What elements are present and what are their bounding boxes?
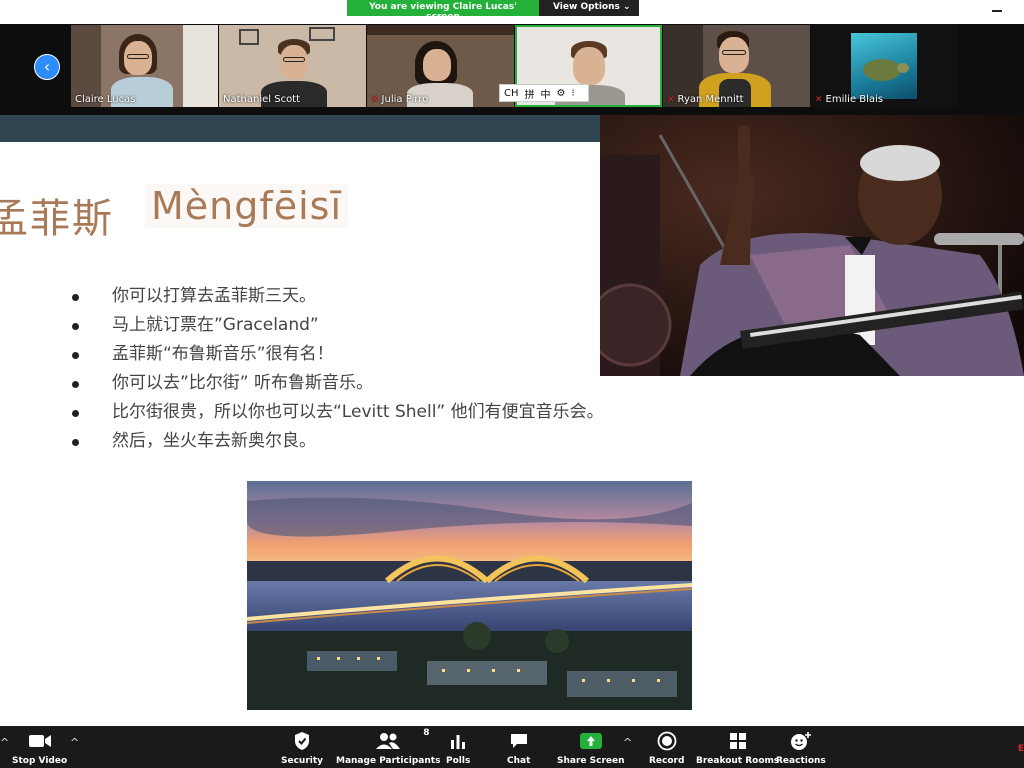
previous-page-button[interactable]: ‹: [34, 54, 60, 80]
polls-button[interactable]: Polls: [446, 730, 470, 766]
participant-tile[interactable]: ✕ Emilie Blais: [811, 25, 958, 107]
ime-language[interactable]: CH: [504, 88, 519, 99]
participants-icon: [376, 733, 401, 749]
participant-name: ✕ Emilie Blais: [815, 94, 884, 105]
ime-toolbar[interactable]: CH 拼 中 ⚙ ⁝: [499, 84, 589, 102]
shield-icon: [295, 732, 310, 750]
slide-bullet: 马上就订票在”Graceland”: [70, 313, 604, 342]
participant-name: Claire Lucas: [75, 94, 136, 105]
breakout-rooms-icon: [729, 733, 746, 749]
mic-muted-icon: ✕: [667, 94, 675, 105]
participant-strip: ‹ Claire Lucas Nathaniel Scott ✕ Julia P…: [0, 24, 1024, 115]
chat-button[interactable]: Chat: [507, 730, 530, 766]
share-screen-button[interactable]: Share Screen: [557, 730, 625, 766]
meeting-toolbar: ^ Stop Video ^ Security 8 Manage Partici…: [0, 726, 1024, 768]
turtle-avatar-image: [851, 33, 917, 99]
slide-bullet: 你可以打算去孟菲斯三天。: [70, 284, 604, 313]
manage-participants-button[interactable]: 8 Manage Participants: [336, 728, 440, 766]
view-options-button[interactable]: View Options ⌄: [539, 0, 639, 16]
participant-name: Nathaniel Scott: [223, 94, 301, 105]
ime-mode[interactable]: 中: [541, 86, 551, 101]
ime-more-icon[interactable]: ⁝: [571, 88, 574, 99]
slide-bullet: 你可以去”比尔街” 听布鲁斯音乐。: [70, 371, 604, 400]
participant-name: ✕ Ryan Mennitt: [667, 94, 744, 105]
slide-bullet: 然后，坐火车去新奥尔良。: [70, 429, 604, 458]
video-options-caret-icon[interactable]: ^: [70, 736, 79, 749]
slide-bullet: 比尔街很贵，所以你也可以去“Levitt Shell” 他们有便宜音乐会。: [70, 400, 604, 429]
slide-title-chinese: 孟菲斯: [0, 196, 114, 242]
participant-tile[interactable]: ✕ Ryan Mennitt: [663, 25, 810, 107]
record-icon: [657, 731, 677, 751]
breakout-rooms-button[interactable]: Breakout Rooms: [696, 730, 779, 766]
video-camera-icon: [28, 735, 51, 747]
participant-tile[interactable]: ✕ Julia Pirro: [367, 25, 514, 107]
chat-bubble-icon: [510, 734, 527, 748]
viewing-status-text: You are viewing Claire Lucas' screen: [347, 0, 539, 22]
slide-title-pinyin: Mèngfēisī: [145, 184, 349, 228]
mic-muted-icon: ✕: [815, 94, 823, 105]
ime-grid-icon[interactable]: 拼: [525, 86, 535, 101]
participant-name: ✕ Julia Pirro: [371, 94, 429, 105]
blues-guitarist-photo: [600, 115, 1024, 376]
participant-tile[interactable]: Claire Lucas: [71, 25, 218, 107]
top-bar: You are viewing Claire Lucas' screen Vie…: [0, 0, 1024, 24]
security-button[interactable]: Security: [281, 730, 323, 766]
end-meeting-button[interactable]: E: [1018, 744, 1024, 754]
stop-video-button[interactable]: Stop Video: [12, 730, 67, 766]
zoom-meeting-window: You are viewing Claire Lucas' screen Vie…: [0, 0, 1024, 768]
slide-bullet-list: 你可以打算去孟菲斯三天。 马上就订票在”Graceland” 孟菲斯“布鲁斯音乐…: [70, 284, 604, 458]
memphis-bridge-photo: [247, 481, 692, 710]
mic-muted-icon: ✕: [371, 94, 379, 105]
viewing-banner: You are viewing Claire Lucas' screen Vie…: [347, 0, 639, 22]
participant-tile[interactable]: Nathaniel Scott: [219, 25, 366, 107]
minimize-icon[interactable]: [992, 10, 1002, 12]
ime-settings-icon[interactable]: ⚙: [557, 88, 566, 99]
share-options-caret-icon[interactable]: ^: [623, 736, 632, 749]
reactions-button[interactable]: Reactions: [776, 730, 826, 766]
smiley-add-icon: [790, 732, 811, 750]
bar-chart-icon: [451, 735, 466, 749]
record-button[interactable]: Record: [649, 730, 684, 766]
slide-bullet: 孟菲斯“布鲁斯音乐”很有名！: [70, 342, 604, 371]
share-screen-icon: [579, 733, 602, 749]
audio-options-caret-icon[interactable]: ^: [0, 736, 9, 749]
participant-count-badge: 8: [423, 728, 430, 738]
